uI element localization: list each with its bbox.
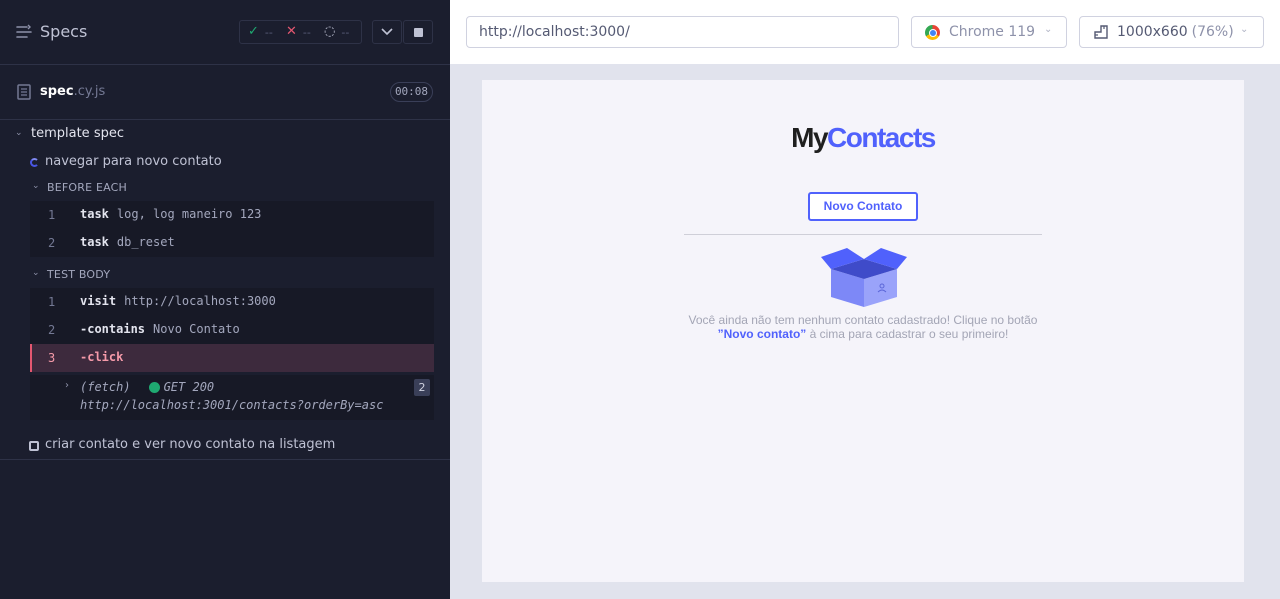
empty-text-part-1: Você ainda não tem nenhum contato cadast… (688, 313, 1038, 327)
failed-stat: ✕ -- (286, 25, 311, 39)
test-body-label: TEST BODY (47, 268, 111, 281)
empty-text-highlight: ”Novo contato” (717, 327, 807, 341)
document-icon (17, 84, 31, 100)
running-spinner-icon (30, 158, 39, 167)
command-name: -click (80, 350, 123, 364)
command-arg: db_reset (116, 235, 175, 249)
fetch-label: (fetch) (80, 380, 131, 394)
reporter-header: Specs ✓ -- ✕ -- ◌ -- (0, 0, 450, 65)
chevron-down-icon: ⌄ (1044, 24, 1053, 35)
chevron-down-icon: ⌄ (1240, 24, 1249, 35)
aut-panel: http://localhost:3000/ Chrome 119 ⌄ 1000… (450, 0, 1280, 599)
command-row[interactable]: 2 task db_reset (30, 229, 434, 257)
hook-header[interactable]: ⌄ BEFORE EACH (0, 180, 450, 196)
before-each-label: BEFORE EACH (47, 181, 128, 194)
circle-pending-icon: ◌ (324, 24, 336, 39)
fetch-url: http://localhost:3001/contacts?orderBy=a… (80, 398, 384, 412)
command-method: -contains (80, 322, 146, 336)
test-title: navegar para novo contato (45, 154, 222, 169)
command-row[interactable]: 1 visit http://localhost:3000 (30, 288, 434, 316)
fetch-header: (fetch) GET 200 (80, 380, 214, 394)
spec-file-base: spec (40, 84, 74, 99)
command-name: -contains Novo Contato (80, 322, 240, 336)
command-row[interactable]: 1 task log, log maneiro 123 (30, 201, 434, 229)
passed-count: -- (264, 25, 273, 39)
fetch-count-badge: 2 (414, 379, 430, 396)
browser-label: Chrome 119 (949, 24, 1036, 40)
app-iframe: MyContacts Novo Contato Você ainda não t… (482, 80, 1244, 582)
specs-list-icon[interactable] (16, 24, 32, 40)
divider (684, 234, 1042, 235)
command-number: 2 (48, 323, 56, 337)
command-number: 1 (48, 208, 56, 222)
stop-icon (413, 27, 423, 37)
command-name: visit http://localhost:3000 (80, 294, 276, 308)
pending-test-icon (29, 441, 39, 451)
pending-stat: ◌ -- (324, 25, 349, 39)
chevron-right-icon: › (65, 380, 69, 391)
browser-selector[interactable]: Chrome 119 ⌄ (911, 16, 1067, 48)
status-dot-icon (148, 381, 160, 393)
test-row[interactable]: criar contato e ver novo contato na list… (0, 435, 450, 455)
empty-state-message: Você ainda não tem nenhum contato cadast… (682, 313, 1044, 341)
pending-count: -- (341, 25, 350, 39)
logo-my: My (791, 122, 828, 153)
hook-header[interactable]: ⌄ TEST BODY (0, 267, 450, 283)
test-row[interactable]: navegar para novo contato (0, 152, 450, 172)
viewport-icon (1094, 25, 1108, 39)
fetch-status: GET 200 (163, 380, 215, 394)
command-arg: Novo Contato (153, 322, 240, 336)
run-duration: 00:08 (390, 82, 433, 102)
url-bar[interactable]: http://localhost:3000/ (466, 16, 899, 48)
test-body-commands: 1 visit http://localhost:3000 2 -contains… (30, 288, 434, 372)
chrome-icon (925, 25, 940, 40)
new-contact-button[interactable]: Novo Contato (808, 192, 918, 221)
command-method: task (80, 235, 109, 249)
collapse-button[interactable] (372, 20, 402, 44)
command-arg: http://localhost:3000 (124, 294, 276, 308)
command-number: 3 (48, 351, 56, 365)
command-number: 2 (48, 236, 56, 250)
spec-file-row[interactable]: spec.cy.js 00:08 (0, 65, 450, 120)
chevron-down-icon: ⌄ (15, 128, 23, 138)
command-method: task (80, 207, 109, 221)
specs-title[interactable]: Specs (40, 22, 87, 41)
command-method: visit (80, 294, 117, 308)
x-icon: ✕ (286, 24, 297, 39)
empty-text-part-2: à cima para cadastrar o seu primeiro! (806, 327, 1009, 341)
chevron-down-icon: ⌄ (32, 181, 40, 191)
test-title: criar contato e ver novo contato na list… (45, 437, 336, 452)
viewport-label: 1000x660 (76%) (1117, 24, 1234, 40)
spec-file-ext: .cy.js (73, 84, 106, 99)
command-name: task log, log maneiro 123 (80, 207, 261, 221)
fetch-log-row[interactable]: › (fetch) GET 200 http://localhost:3001/… (30, 375, 434, 420)
aut-header: http://localhost:3000/ Chrome 119 ⌄ 1000… (450, 0, 1280, 64)
command-arg: log, log maneiro 123 (116, 207, 262, 221)
before-each-commands: 1 task log, log maneiro 123 2 task db_rese… (30, 201, 434, 257)
command-number: 1 (48, 295, 56, 309)
stop-button[interactable] (403, 20, 433, 44)
empty-box-icon (821, 248, 907, 307)
command-name: task db_reset (80, 235, 175, 249)
test-stats: ✓ -- ✕ -- ◌ -- (239, 20, 362, 44)
viewport-zoom: (76%) (1191, 24, 1234, 40)
suite-title: template spec (31, 126, 124, 141)
command-row-active[interactable]: 3 -click (30, 344, 434, 372)
chevron-down-icon (381, 28, 393, 36)
check-icon: ✓ (248, 24, 259, 39)
failed-count: -- (302, 25, 311, 39)
command-row[interactable]: 2 -contains Novo Contato (30, 316, 434, 344)
command-method: -click (80, 350, 124, 364)
viewport-selector[interactable]: 1000x660 (76%) ⌄ (1079, 16, 1264, 48)
chevron-down-icon: ⌄ (32, 268, 40, 278)
divider (0, 459, 450, 460)
suite-row[interactable]: ⌄ template spec (0, 124, 450, 144)
viewport-size: 1000x660 (1117, 24, 1188, 40)
logo-contacts: Contacts (827, 122, 936, 153)
reporter-panel: Specs ✓ -- ✕ -- ◌ -- spec.cy.js 00:08 ⌄ … (0, 0, 450, 599)
app-logo: MyContacts (482, 122, 1244, 154)
spec-file-name: spec.cy.js (40, 84, 105, 99)
passed-stat: ✓ -- (248, 25, 273, 39)
